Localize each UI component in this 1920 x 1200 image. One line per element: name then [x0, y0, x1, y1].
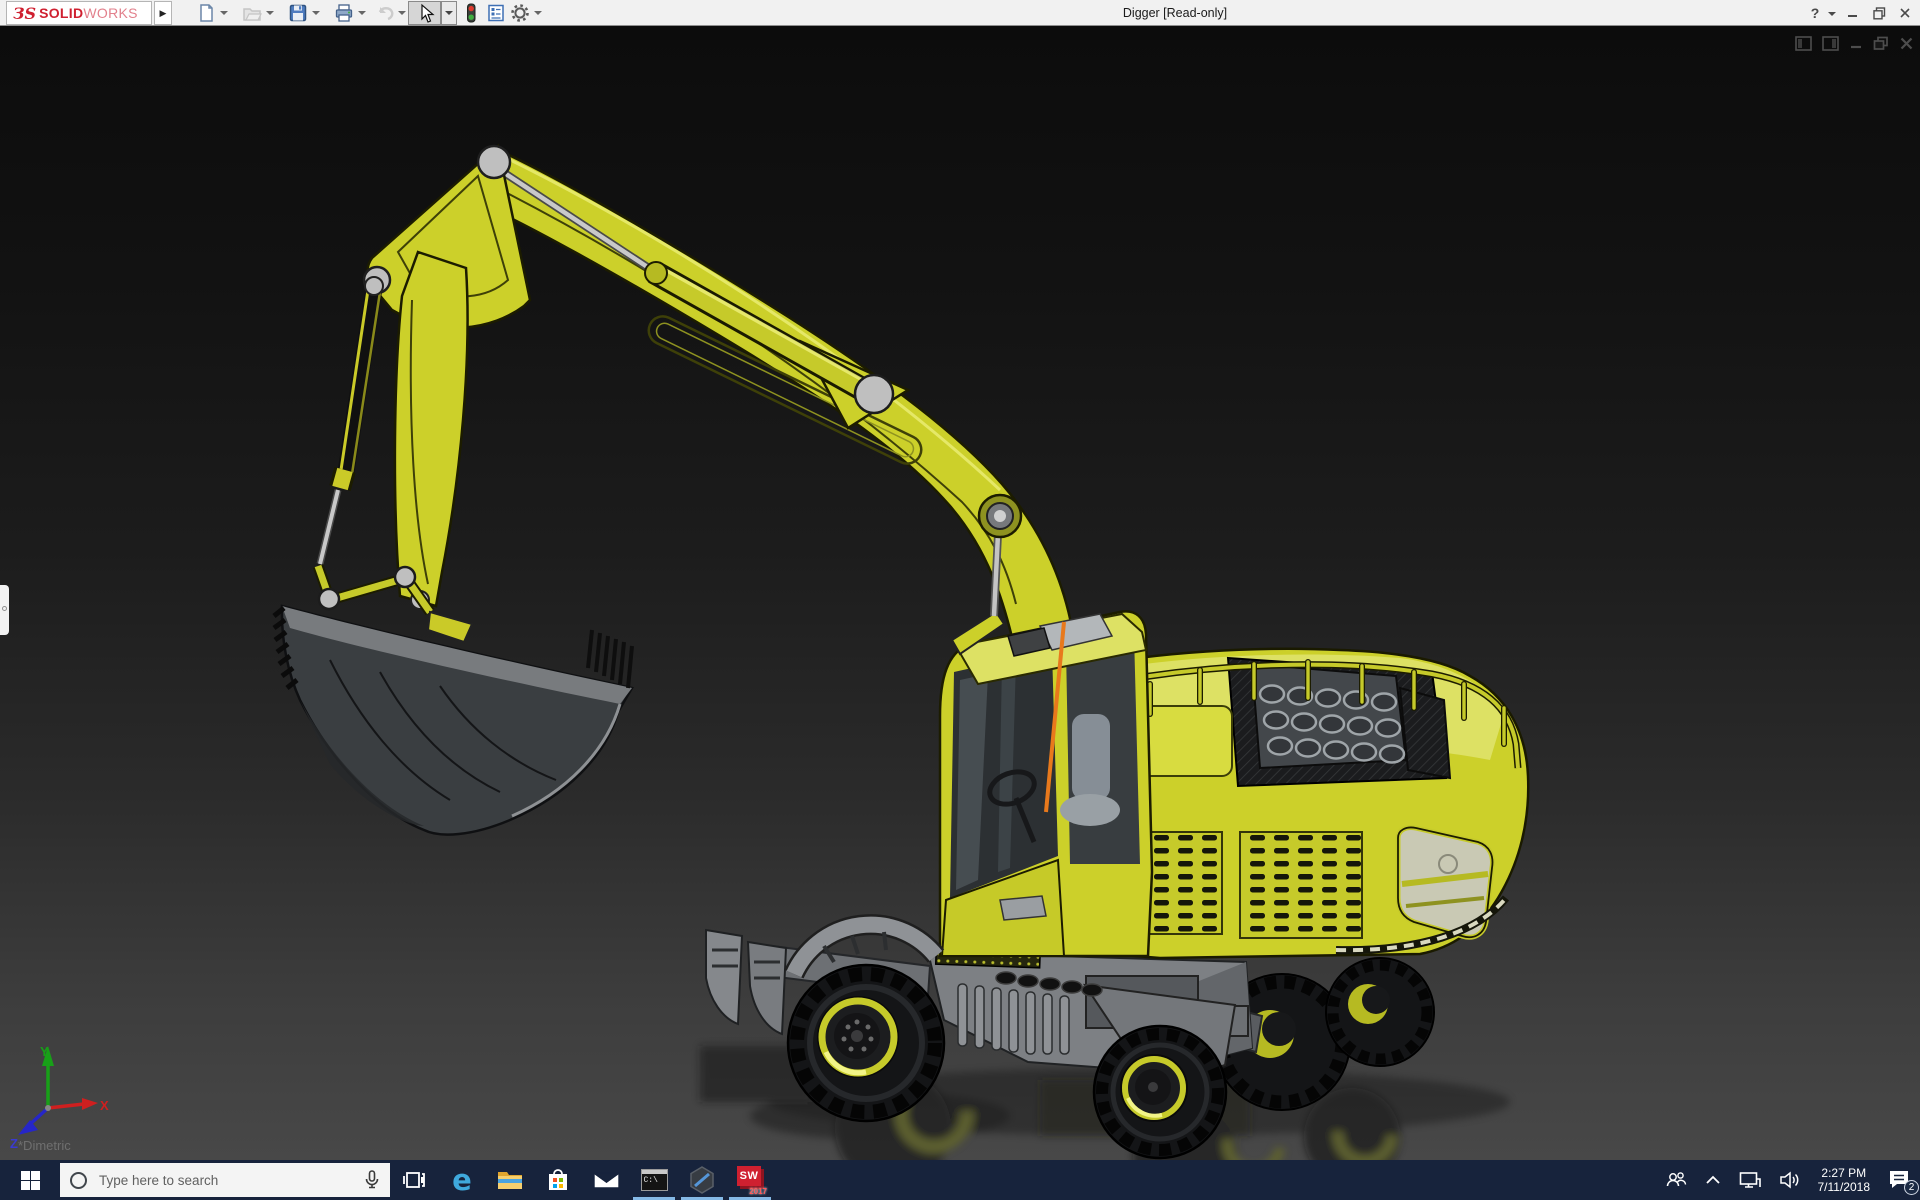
view-orientation-label: *Dimetric — [18, 1138, 71, 1153]
save-icon[interactable] — [288, 3, 308, 23]
menu-flyout-arrow[interactable]: ▶ — [154, 1, 172, 25]
close-button[interactable] — [1894, 0, 1916, 26]
triad-y-label: Y — [40, 1044, 49, 1059]
logo-text-works: WORKS — [83, 5, 138, 21]
taskbar-app-cad-utility[interactable] — [678, 1160, 726, 1200]
options-caret[interactable] — [534, 11, 542, 15]
graphics-viewport[interactable]: Y X Z *Dimetric — [0, 26, 1920, 1160]
restore-icon — [1872, 6, 1885, 19]
undo-caret[interactable] — [398, 11, 406, 15]
store-icon — [549, 1169, 567, 1190]
new-document-icon[interactable] — [196, 3, 216, 23]
taskbar: e C:\ — [0, 1160, 1920, 1200]
taskbar-app-solidworks[interactable]: SW 2017 — [726, 1160, 774, 1200]
command-prompt-icon: C:\ — [640, 1169, 668, 1191]
window-title: Digger [Read-only] — [1122, 6, 1228, 20]
logo-text-solid: SOLID — [39, 5, 84, 21]
solidworks-2017-icon: SW 2017 — [735, 1166, 767, 1196]
hexagon-tool-icon — [690, 1166, 714, 1194]
options-gear-icon[interactable] — [510, 3, 530, 23]
start-button[interactable] — [0, 1160, 60, 1200]
clock-time: 2:27 PM — [1821, 1166, 1867, 1180]
clock-date: 7/11/2018 — [1817, 1180, 1871, 1194]
edge-icon: e — [452, 1162, 472, 1197]
desktop: ЗS SOLID WORKS ▶ Digger [Read-only] ? Y … — [0, 0, 1920, 1200]
open-icon[interactable] — [242, 3, 262, 23]
dipper-and-bucket — [272, 250, 634, 836]
taskbar-app-mail[interactable] — [582, 1160, 630, 1200]
design-report-icon[interactable] — [486, 3, 506, 23]
open-caret[interactable] — [266, 11, 274, 15]
mail-icon — [592, 1171, 620, 1189]
solidworks-logo[interactable]: ЗS SOLID WORKS — [6, 1, 152, 25]
engine-cylinders — [1258, 684, 1406, 764]
help-button[interactable]: ? — [1806, 0, 1824, 26]
select-tool-caret[interactable] — [441, 1, 457, 25]
taskbar-search[interactable] — [60, 1163, 390, 1197]
microphone-icon[interactable] — [364, 1170, 380, 1190]
minimize-icon — [1848, 15, 1857, 17]
taskbar-app-file-explorer[interactable] — [486, 1160, 534, 1200]
volume-button[interactable] — [1770, 1160, 1810, 1200]
people-icon — [1666, 1172, 1686, 1187]
network-button[interactable] — [1730, 1160, 1770, 1200]
network-icon — [1739, 1172, 1761, 1188]
taskbar-app-task-view[interactable] — [390, 1160, 438, 1200]
speaker-icon — [1779, 1171, 1798, 1189]
search-input[interactable] — [99, 1172, 364, 1188]
taskbar-app-store[interactable] — [534, 1160, 582, 1200]
windows-logo-icon — [20, 1170, 40, 1190]
save-caret[interactable] — [312, 11, 320, 15]
triad-z-label: Z — [10, 1136, 18, 1151]
system-tray: 2:27 PM 7/11/2018 2 — [1656, 1160, 1920, 1200]
help-caret[interactable] — [1828, 12, 1836, 16]
cab — [938, 610, 1154, 958]
cortana-icon — [70, 1171, 87, 1189]
close-icon — [1900, 8, 1910, 18]
taskbar-app-edge[interactable]: e — [438, 1160, 486, 1200]
boom-arm — [362, 143, 1082, 666]
undo-icon[interactable] — [376, 3, 396, 23]
chevron-up-icon — [1705, 1175, 1720, 1184]
command-prompt-text: C:\ — [643, 1176, 658, 1185]
task-view-icon — [403, 1172, 425, 1188]
solidworks-icon-year: 2017 — [749, 1187, 767, 1196]
notification-badge: 2 — [1904, 1180, 1919, 1195]
hidden-icons-button[interactable] — [1696, 1160, 1730, 1200]
triad-x-label: X — [100, 1098, 109, 1113]
print-caret[interactable] — [358, 11, 366, 15]
titlebar: ЗS SOLID WORKS ▶ Digger [Read-only] ? — [0, 0, 1920, 26]
file-explorer-icon — [498, 1172, 522, 1189]
print-icon[interactable] — [334, 3, 354, 23]
excavator-model[interactable] — [0, 26, 1920, 1160]
solidworks-icon-letters: SW — [739, 1170, 759, 1182]
clock[interactable]: 2:27 PM 7/11/2018 — [1810, 1160, 1879, 1200]
minimize-button[interactable] — [1842, 0, 1864, 26]
traffic-light-icon[interactable] — [461, 3, 481, 23]
restore-button[interactable] — [1868, 0, 1890, 26]
bucket — [272, 604, 634, 836]
taskbar-app-command-prompt[interactable]: C:\ — [630, 1160, 678, 1200]
people-button[interactable] — [1656, 1160, 1696, 1200]
select-cursor-icon — [420, 3, 435, 23]
action-center-button[interactable]: 2 — [1878, 1160, 1920, 1200]
ds-logo-mark: ЗS — [13, 3, 37, 23]
select-tool-button[interactable] — [408, 1, 441, 25]
new-document-caret[interactable] — [220, 11, 228, 15]
